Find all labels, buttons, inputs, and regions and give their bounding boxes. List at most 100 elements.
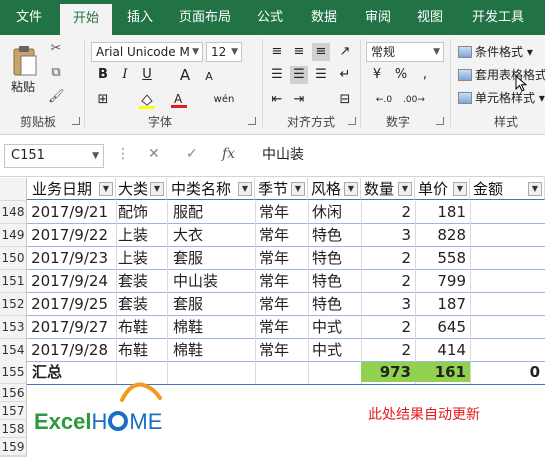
season-cell[interactable]: 常年: [255, 201, 308, 224]
fill-color-icon[interactable]: [138, 91, 156, 109]
subcategory-cell[interactable]: 棉鞋: [167, 339, 255, 362]
format-as-table-button[interactable]: 套用表格格式: [458, 65, 545, 85]
tab-home[interactable]: 开始: [60, 4, 112, 35]
merge-center-icon[interactable]: ⊟: [336, 91, 354, 109]
date-cell[interactable]: 2017/9/28: [27, 339, 116, 362]
category-cell[interactable]: 上装: [116, 224, 167, 247]
style-cell[interactable]: 中式: [308, 316, 361, 339]
comma-style-icon[interactable]: ,: [416, 66, 434, 84]
orientation-icon[interactable]: ↗: [336, 43, 354, 61]
corner-select-all[interactable]: [0, 178, 27, 201]
total-label[interactable]: 汇总: [32, 362, 62, 382]
row-header[interactable]: 148: [0, 201, 27, 224]
qty-cell[interactable]: 3: [361, 293, 415, 316]
qty-cell[interactable]: 2: [361, 201, 415, 224]
font-name-combo[interactable]: Arial Unicode M ▼: [91, 42, 203, 62]
tab-developer[interactable]: 开发工具: [462, 0, 534, 35]
date-cell[interactable]: 2017/9/27: [27, 316, 116, 339]
decrease-font-icon[interactable]: A: [200, 68, 218, 86]
total-qty[interactable]: 973: [361, 362, 411, 382]
category-cell[interactable]: 配饰: [116, 201, 167, 224]
increase-font-icon[interactable]: A: [176, 66, 194, 84]
date-cell[interactable]: 2017/9/21: [27, 201, 116, 224]
price-cell[interactable]: 828: [415, 224, 470, 247]
subcategory-cell[interactable]: 棉鞋: [167, 316, 255, 339]
style-cell[interactable]: 休闲: [308, 201, 361, 224]
style-cell[interactable]: 中式: [308, 339, 361, 362]
alignment-launcher-icon[interactable]: [348, 117, 356, 125]
cut-icon[interactable]: ✂: [48, 41, 64, 57]
clipboard-launcher-icon[interactable]: [72, 117, 80, 125]
paste-button[interactable]: 粘贴: [11, 78, 35, 95]
filter-dropdown-icon[interactable]: ▼: [398, 182, 412, 196]
subcategory-cell[interactable]: 大衣: [167, 224, 255, 247]
tab-formulas[interactable]: 公式: [248, 0, 292, 35]
cancel-icon[interactable]: ✕: [148, 146, 160, 162]
amount-cell[interactable]: [470, 339, 545, 362]
price-cell[interactable]: 181: [415, 201, 470, 224]
date-cell[interactable]: 2017/9/22: [27, 224, 116, 247]
row-header[interactable]: 150: [0, 247, 27, 270]
insert-function-icon[interactable]: fx: [222, 146, 235, 162]
subcategory-cell[interactable]: 套服: [167, 247, 255, 270]
style-cell[interactable]: 特色: [308, 224, 361, 247]
season-cell[interactable]: 常年: [255, 339, 308, 362]
amount-cell[interactable]: [470, 224, 545, 247]
date-cell[interactable]: 2017/9/24: [27, 270, 116, 293]
season-cell[interactable]: 常年: [255, 247, 308, 270]
number-format-combo[interactable]: 常规 ▼: [366, 42, 444, 62]
category-cell[interactable]: 套装: [116, 293, 167, 316]
category-cell[interactable]: 布鞋: [116, 316, 167, 339]
style-cell[interactable]: 特色: [308, 270, 361, 293]
filter-dropdown-icon[interactable]: ▼: [291, 182, 305, 196]
total-price[interactable]: 161: [415, 362, 466, 382]
italic-icon[interactable]: I: [116, 66, 134, 84]
tab-data[interactable]: 数据: [302, 0, 346, 35]
category-cell[interactable]: 上装: [116, 247, 167, 270]
formula-input[interactable]: 中山装: [246, 144, 545, 168]
date-cell[interactable]: 2017/9/25: [27, 293, 116, 316]
tab-file[interactable]: 文件: [6, 0, 52, 35]
font-color-icon[interactable]: A: [170, 91, 188, 109]
tab-page-layout[interactable]: 页面布局: [172, 0, 238, 35]
align-bottom-icon[interactable]: ≡: [312, 43, 330, 61]
paste-icon[interactable]: [12, 45, 38, 77]
border-icon[interactable]: ⊞: [94, 91, 112, 109]
category-cell[interactable]: 套装: [116, 270, 167, 293]
decrease-indent-icon[interactable]: ⇤: [268, 91, 286, 109]
increase-indent-icon[interactable]: ⇥: [290, 91, 308, 109]
conditional-formatting-button[interactable]: 条件格式 ▾: [458, 42, 533, 62]
qty-cell[interactable]: 2: [361, 270, 415, 293]
amount-cell[interactable]: [470, 293, 545, 316]
qty-cell[interactable]: 2: [361, 339, 415, 362]
tab-view[interactable]: 视图: [408, 0, 452, 35]
season-cell[interactable]: 常年: [255, 224, 308, 247]
tab-review[interactable]: 审阅: [356, 0, 400, 35]
row-header[interactable]: 159: [0, 438, 27, 456]
row-header[interactable]: 153: [0, 316, 27, 339]
row-header[interactable]: 154: [0, 339, 27, 362]
qty-cell[interactable]: 3: [361, 224, 415, 247]
style-cell[interactable]: 特色: [308, 247, 361, 270]
category-cell[interactable]: 布鞋: [116, 339, 167, 362]
date-cell[interactable]: 2017/9/23: [27, 247, 116, 270]
phonetic-icon[interactable]: wén: [212, 91, 236, 109]
price-cell[interactable]: 414: [415, 339, 470, 362]
align-right-icon[interactable]: ☰: [312, 66, 330, 84]
bold-icon[interactable]: B: [94, 66, 112, 84]
wrap-text-icon[interactable]: ↵: [336, 66, 354, 84]
filter-dropdown-icon[interactable]: ▼: [150, 182, 164, 196]
row-header[interactable]: 149: [0, 224, 27, 247]
decrease-decimal-icon[interactable]: .00→: [402, 91, 426, 109]
font-launcher-icon[interactable]: [248, 117, 256, 125]
row-header[interactable]: 151: [0, 270, 27, 293]
price-cell[interactable]: 558: [415, 247, 470, 270]
qty-cell[interactable]: 2: [361, 247, 415, 270]
style-cell[interactable]: 特色: [308, 293, 361, 316]
align-middle-icon[interactable]: ≡: [290, 43, 308, 61]
row-header[interactable]: 157: [0, 402, 27, 420]
amount-cell[interactable]: [470, 201, 545, 224]
align-top-icon[interactable]: ≡: [268, 43, 286, 61]
tab-insert[interactable]: 插入: [116, 0, 164, 35]
subcategory-cell[interactable]: 服配: [167, 201, 255, 224]
